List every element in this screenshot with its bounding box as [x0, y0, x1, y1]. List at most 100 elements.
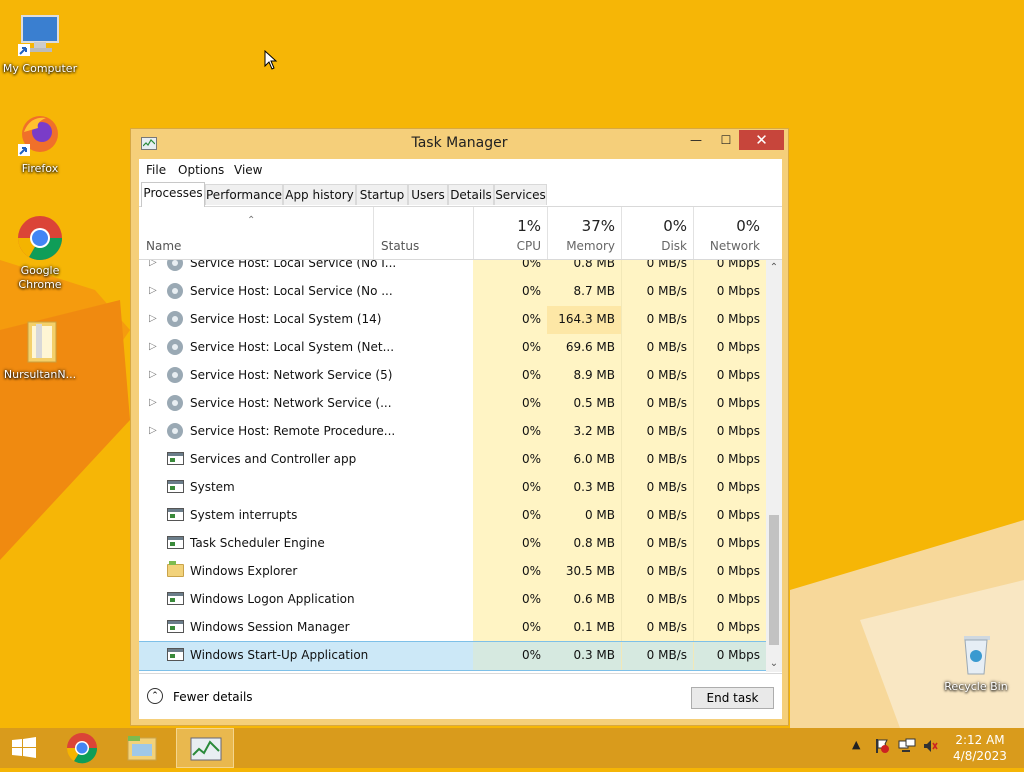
explorer-folder-icon [167, 561, 184, 579]
taskbar-chrome[interactable] [58, 728, 106, 768]
process-memory: 3.2 MB [547, 418, 621, 446]
table-row[interactable]: ▷ Service Host: Remote Procedure... 0% 3… [139, 418, 766, 446]
clock[interactable]: 2:12 AM 4/8/2023 [940, 732, 1020, 764]
header-status: Status [381, 239, 420, 253]
expand-arrow-icon[interactable]: ▷ [149, 390, 157, 416]
app-window-icon [167, 451, 184, 467]
process-memory: 6.0 MB [547, 446, 621, 474]
process-disk: 0 MB/s [621, 306, 693, 334]
process-memory: 0.6 MB [547, 586, 621, 614]
start-button[interactable] [0, 728, 48, 768]
footer: ⌃ Fewer details End task [139, 673, 782, 720]
process-network: 0 Mbps [693, 614, 766, 642]
header-cpu[interactable]: 1% CPU [473, 207, 547, 259]
windows-logo-icon [12, 737, 36, 758]
menu-file[interactable]: File [146, 163, 166, 177]
process-cpu: 0% [473, 278, 547, 306]
chevron-up-icon: ⌃ [147, 688, 163, 704]
volume-muted-icon[interactable] [922, 738, 938, 758]
service-gear-icon [167, 339, 184, 355]
process-memory: 8.7 MB [547, 278, 621, 306]
process-network: 0 Mbps [693, 334, 766, 362]
process-disk: 0 MB/s [621, 502, 693, 530]
tab-app-history[interactable]: App history [283, 184, 356, 205]
expand-arrow-icon[interactable]: ▷ [149, 418, 157, 444]
scroll-up-icon[interactable]: ⌃ [766, 260, 782, 276]
vertical-scrollbar[interactable]: ⌃ ⌄ [766, 260, 782, 672]
table-row[interactable]: Task Scheduler Engine 0% 0.8 MB 0 MB/s 0… [139, 530, 766, 558]
table-row[interactable]: Windows Explorer 0% 30.5 MB 0 MB/s 0 Mbp… [139, 558, 766, 586]
process-name: Service Host: Local Service (No ... [190, 284, 393, 298]
menu-view[interactable]: View [234, 163, 262, 177]
expand-arrow-icon[interactable]: ▷ [149, 306, 157, 332]
taskbar: ▲ 2:12 AM 4/8/2023 [0, 728, 1024, 768]
maximize-button[interactable]: ☐ [713, 130, 739, 150]
action-center-flag-icon[interactable] [874, 738, 890, 758]
desktop-icon-firefox[interactable]: Firefox [0, 112, 80, 176]
process-list: ▷ Service Host: Local Service (No I... 0… [139, 260, 766, 672]
scroll-down-icon[interactable]: ⌄ [766, 656, 782, 672]
network-icon[interactable] [898, 738, 916, 758]
process-disk: 0 MB/s [621, 614, 693, 642]
tab-details[interactable]: Details [448, 184, 494, 205]
cpu-percent: 1% [517, 217, 541, 235]
process-disk: 0 MB/s [621, 418, 693, 446]
task-manager-window: Task Manager — ☐ ✕ File Options View Pro… [130, 128, 789, 726]
disk-percent: 0% [663, 217, 687, 235]
table-row[interactable]: System interrupts 0% 0 MB 0 MB/s 0 Mbps [139, 502, 766, 530]
process-network: 0 Mbps [693, 390, 766, 418]
clock-time: 2:12 AM [955, 733, 1005, 747]
title-bar[interactable]: Task Manager — ☐ ✕ [131, 129, 788, 159]
tab-services[interactable]: Services [494, 184, 547, 205]
table-row[interactable]: Services and Controller app 0% 6.0 MB 0 … [139, 446, 766, 474]
process-disk: 0 MB/s [621, 362, 693, 390]
header-name[interactable]: Name [146, 239, 181, 253]
expand-arrow-icon[interactable]: ▷ [149, 362, 157, 388]
process-name: Windows Logon Application [190, 592, 355, 606]
expand-arrow-icon[interactable]: ▷ [149, 260, 157, 276]
process-name: Windows Session Manager [190, 620, 350, 634]
mouse-cursor-icon [264, 50, 278, 70]
process-cpu: 0% [473, 260, 547, 278]
disk-label: Disk [661, 239, 687, 253]
cpu-label: CPU [516, 239, 541, 253]
close-button[interactable]: ✕ [739, 130, 784, 150]
process-disk: 0 MB/s [621, 390, 693, 418]
menu-options[interactable]: Options [178, 163, 224, 177]
table-row[interactable]: ▷ Service Host: Local Service (No ... 0%… [139, 278, 766, 306]
table-row[interactable]: Windows Logon Application 0% 0.6 MB 0 MB… [139, 586, 766, 614]
table-row-selected[interactable]: Windows Start-Up Application 0% 0.3 MB 0… [139, 641, 766, 671]
table-row[interactable]: System 0% 0.3 MB 0 MB/s 0 Mbps [139, 474, 766, 502]
memory-percent: 37% [581, 217, 615, 235]
table-row[interactable]: ▷ Service Host: Network Service (... 0% … [139, 390, 766, 418]
table-row[interactable]: ▷ Service Host: Network Service (5) 0% 8… [139, 362, 766, 390]
table-row[interactable]: ▷ Service Host: Local System (Net... 0% … [139, 334, 766, 362]
expand-arrow-icon[interactable]: ▷ [149, 278, 157, 304]
desktop-icon-folder[interactable]: NursultanN... [0, 318, 80, 382]
tab-startup[interactable]: Startup [356, 184, 408, 205]
table-row[interactable]: ▷ Service Host: Local System (14) 0% 164… [139, 306, 766, 334]
scroll-thumb[interactable] [769, 515, 779, 645]
process-disk: 0 MB/s [621, 446, 693, 474]
desktop-icon-google-chrome[interactable]: Google Chrome [0, 214, 80, 292]
process-memory: 8.9 MB [547, 362, 621, 390]
menu-bar: File Options View [139, 159, 782, 181]
table-row[interactable]: ▷ Service Host: Local Service (No I... 0… [139, 260, 766, 278]
tab-performance[interactable]: Performance [205, 184, 283, 205]
tab-processes[interactable]: Processes [141, 182, 205, 207]
table-row[interactable]: Windows Session Manager 0% 0.1 MB 0 MB/s… [139, 614, 766, 642]
taskbar-file-explorer[interactable] [118, 728, 166, 768]
chrome-icon [66, 733, 98, 764]
desktop-icon-my-computer[interactable]: My Computer [0, 12, 80, 76]
header-network[interactable]: 0% Network [693, 207, 766, 259]
minimize-button[interactable]: — [679, 130, 713, 150]
desktop-icon-recycle-bin[interactable]: Recycle Bin [936, 630, 1016, 694]
taskbar-task-manager[interactable] [176, 728, 234, 768]
header-disk[interactable]: 0% Disk [621, 207, 693, 259]
tray-expand-icon[interactable]: ▲ [852, 738, 860, 758]
app-window-icon [167, 591, 184, 607]
header-memory[interactable]: 37% Memory [547, 207, 621, 259]
expand-arrow-icon[interactable]: ▷ [149, 334, 157, 360]
tab-users[interactable]: Users [408, 184, 448, 205]
end-task-button[interactable]: End task [691, 687, 774, 709]
